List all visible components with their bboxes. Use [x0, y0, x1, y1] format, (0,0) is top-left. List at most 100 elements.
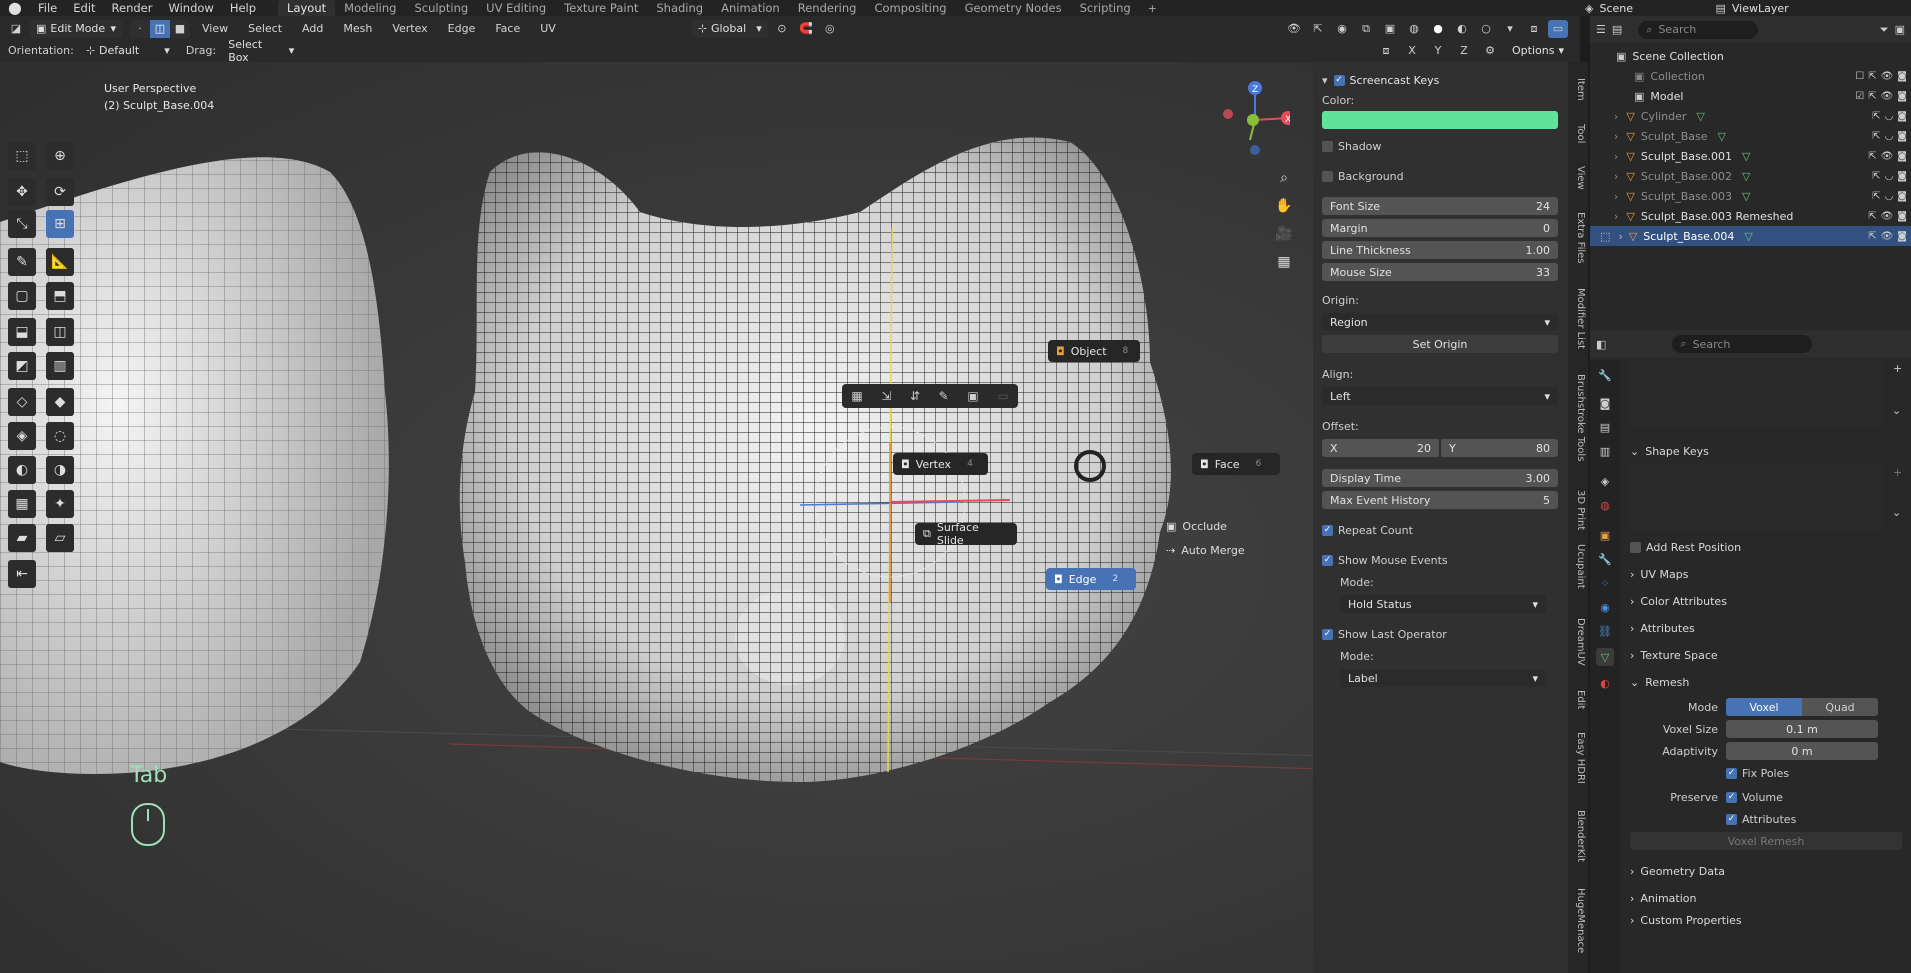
- section-remesh[interactable]: ⌄ Remesh: [1620, 671, 1911, 693]
- select-icon[interactable]: ⇱: [1872, 191, 1880, 202]
- pencil-icon[interactable]: ✎: [939, 389, 949, 403]
- world-tab-icon[interactable]: ◍: [1596, 496, 1614, 514]
- menu-edit[interactable]: Edit: [65, 0, 103, 16]
- show-last-operator-row[interactable]: Show Last Operator: [1322, 624, 1558, 644]
- transform-icon[interactable]: ⊞: [46, 210, 74, 238]
- auto-merge-icon[interactable]: ⚙: [1480, 42, 1500, 60]
- bevel-icon[interactable]: ◩: [8, 352, 36, 380]
- list-menu-icon[interactable]: ⌄: [1892, 404, 1901, 417]
- mode-voxel-button[interactable]: Voxel: [1726, 698, 1802, 716]
- render-icon[interactable]: ◙: [1897, 71, 1907, 82]
- menu-edge[interactable]: Edge: [440, 22, 484, 35]
- section-attributes[interactable]: › Attributes: [1620, 617, 1911, 639]
- pie-occlude-button[interactable]: ▣ Occlude: [1166, 520, 1227, 533]
- pie-object-button[interactable]: ◘ Object 8: [1048, 340, 1140, 362]
- gizmo-icon[interactable]: ⇱: [1308, 20, 1328, 38]
- rendered-shading-icon[interactable]: ○: [1476, 20, 1496, 38]
- tab-edit[interactable]: Edit: [1570, 690, 1586, 709]
- mirror-y[interactable]: Y: [1428, 42, 1448, 60]
- voxel-remesh-button[interactable]: Voxel Remesh: [1630, 832, 1902, 850]
- move-icon[interactable]: ✥: [8, 178, 36, 206]
- menu-mesh[interactable]: Mesh: [335, 22, 380, 35]
- overlay-icon[interactable]: ◉: [1332, 20, 1352, 38]
- tab-view[interactable]: View: [1570, 166, 1586, 190]
- add-vertex-group-icon[interactable]: +: [1893, 362, 1902, 375]
- outliner-editor-icon[interactable]: ☰: [1596, 23, 1606, 36]
- section-uv-maps[interactable]: › UV Maps: [1620, 563, 1911, 585]
- knife-icon[interactable]: ◇: [8, 388, 36, 416]
- tree-item-sculpt-base-003[interactable]: › ▽ Sculpt_Base.003 ▽ ⇱ ◡ ◙: [1590, 186, 1911, 206]
- blank-icon[interactable]: ▭: [997, 389, 1008, 403]
- inset-faces-icon[interactable]: ◫: [46, 318, 74, 346]
- extrude-region-icon[interactable]: ⬒: [46, 282, 74, 310]
- orientation-dropdown[interactable]: ⊹ Default ▾: [80, 42, 176, 60]
- blender-logo-icon[interactable]: ⬤: [0, 1, 30, 15]
- pivot-point-icon[interactable]: ⊙: [772, 20, 792, 38]
- object-tab-icon[interactable]: ▣: [1596, 526, 1614, 544]
- mirror-z[interactable]: Z: [1454, 42, 1474, 60]
- mesh-overlay-icon[interactable]: ⧉: [1356, 20, 1376, 38]
- scene-name[interactable]: Scene: [1599, 2, 1709, 15]
- render-icon[interactable]: ◙: [1897, 151, 1907, 162]
- select-icon[interactable]: ⇱: [1868, 91, 1876, 102]
- eye-hidden-icon[interactable]: ◡: [1885, 131, 1894, 142]
- preserve-volume-checkbox[interactable]: [1726, 791, 1737, 803]
- wireframe-shading-icon[interactable]: ◍: [1404, 20, 1424, 38]
- outliner-search[interactable]: ⌕ Search: [1638, 20, 1759, 39]
- checker-icon[interactable]: ▦: [851, 389, 862, 403]
- menu-file[interactable]: File: [30, 0, 65, 16]
- editor-type-icon[interactable]: ◪: [6, 20, 26, 38]
- menu-window[interactable]: Window: [160, 0, 221, 16]
- pie-auto-merge-button[interactable]: ⇢ Auto Merge: [1166, 544, 1245, 557]
- select-icon[interactable]: ⇱: [1868, 231, 1876, 242]
- display-time-field[interactable]: Display Time 3.00: [1322, 469, 1558, 487]
- section-texture-space[interactable]: › Texture Space: [1620, 644, 1911, 666]
- ortho-grid-icon[interactable]: ▦: [1272, 250, 1296, 274]
- tab-extra-files[interactable]: Extra Files: [1570, 212, 1586, 264]
- eye-icon[interactable]: 👁: [1881, 71, 1894, 82]
- shape-keys-menu-icon[interactable]: ⌄: [1892, 506, 1901, 519]
- background-row[interactable]: Background: [1322, 166, 1558, 186]
- tree-item-sculpt-base-003-remeshed[interactable]: › ▽ Sculpt_Base.003 Remeshed ⇱ 👁 ◙: [1590, 206, 1911, 226]
- panel-header[interactable]: ▾ Screencast Keys: [1322, 70, 1558, 90]
- expand-icon[interactable]: ›: [1614, 190, 1618, 203]
- fix-poles-checkbox[interactable]: [1726, 767, 1737, 779]
- collapse-chevron-icon[interactable]: ▾: [1322, 74, 1328, 87]
- section-shape-keys[interactable]: ⌄ Shape Keys: [1620, 440, 1911, 462]
- tab-texture-paint[interactable]: Texture Paint: [555, 0, 647, 16]
- tab-modeling[interactable]: Modeling: [335, 0, 405, 16]
- tab-compositing[interactable]: Compositing: [865, 0, 955, 16]
- camera-view-icon[interactable]: 🎥: [1272, 222, 1296, 246]
- measure-icon[interactable]: 📐: [46, 248, 74, 276]
- show-mouse-events-checkbox[interactable]: [1322, 554, 1333, 566]
- tab-tool[interactable]: Tool: [1570, 124, 1586, 143]
- snap-icon[interactable]: 🧲: [796, 20, 816, 38]
- tab-rendering[interactable]: Rendering: [789, 0, 866, 16]
- tree-item-scene-collection[interactable]: ▣ Scene Collection: [1590, 46, 1911, 66]
- pie-face-button[interactable]: ◘ Face 6: [1192, 453, 1280, 475]
- eye-hidden-icon[interactable]: ◡: [1885, 111, 1894, 122]
- section-animation[interactable]: › Animation: [1620, 887, 1911, 909]
- section-geometry-data[interactable]: › Geometry Data: [1620, 860, 1911, 882]
- properties-search[interactable]: ⌕ Search: [1672, 335, 1813, 353]
- margin-field[interactable]: Margin 0: [1322, 219, 1558, 237]
- add-rest-position-row[interactable]: Add Rest Position: [1620, 536, 1911, 558]
- render-icon[interactable]: ◙: [1897, 211, 1907, 222]
- eye-hidden-icon[interactable]: ◡: [1885, 191, 1894, 202]
- navigation-gizmo[interactable]: Z X: [1210, 78, 1295, 158]
- physics-tab-icon[interactable]: ◉: [1596, 598, 1614, 616]
- visibility-icon[interactable]: 👁: [1284, 20, 1304, 38]
- last-op-mode-dropdown[interactable]: Label ▾: [1340, 669, 1546, 687]
- shadow-checkbox[interactable]: [1322, 140, 1333, 152]
- particles-tab-icon[interactable]: ⁘: [1596, 574, 1614, 592]
- pie-surface-slide-button[interactable]: ⧉ Surface Slide: [915, 521, 1017, 547]
- shading-options-icon[interactable]: ▾: [1500, 20, 1520, 38]
- menu-vertex[interactable]: Vertex: [384, 22, 435, 35]
- select-icon[interactable]: ⇱: [1872, 131, 1880, 142]
- view-layer-name[interactable]: ViewLayer: [1732, 2, 1789, 15]
- scale-icon[interactable]: ⤡: [8, 210, 36, 238]
- screencast-enable-checkbox[interactable]: [1333, 74, 1345, 86]
- eye-icon[interactable]: 👁: [1881, 211, 1894, 222]
- annotate-icon[interactable]: ✎: [8, 248, 36, 276]
- offset-y-field[interactable]: Y 80: [1441, 439, 1558, 457]
